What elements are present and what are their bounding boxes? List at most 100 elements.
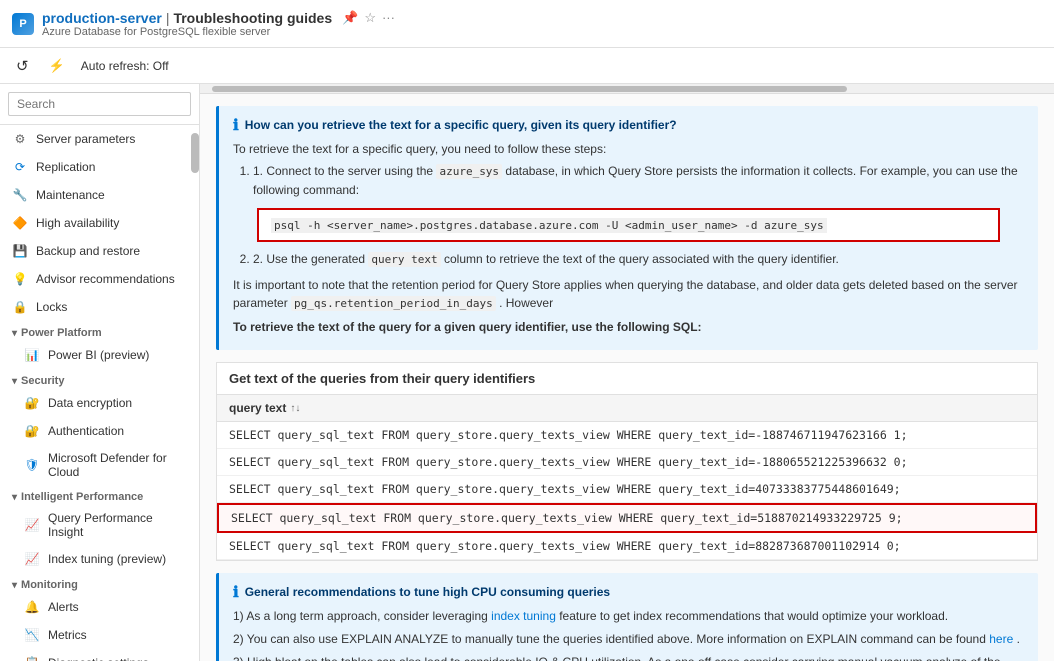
star-icon[interactable]: ☆ — [364, 10, 376, 26]
connect-button[interactable]: ⚡ — [45, 56, 69, 76]
sidebar-item-authentication[interactable]: 🔐 Authentication — [0, 417, 199, 445]
chevron-down-icon: ▾ — [12, 328, 17, 339]
more-icon[interactable]: ··· — [382, 10, 395, 26]
sort-icon[interactable]: ↑↓ — [290, 403, 300, 414]
sidebar-item-label: Alerts — [48, 600, 79, 614]
advisor-icon: 💡 — [12, 271, 28, 287]
sidebar-item-locks[interactable]: 🔒 Locks — [0, 293, 199, 321]
sidebar-section-security[interactable]: ▾ Security — [0, 369, 199, 389]
sidebar-item-label: Replication — [36, 160, 95, 174]
section-label: Intelligent Performance — [21, 491, 143, 503]
diagnostic-icon: 📋 — [24, 655, 40, 661]
sidebar: ⚙ Server parameters ⟳ Replication 🔧 Main… — [0, 84, 200, 661]
sidebar-item-maintenance[interactable]: 🔧 Maintenance — [0, 181, 199, 209]
table-row[interactable]: SELECT query_sql_text FROM query_store.q… — [217, 476, 1037, 503]
info-note: It is important to note that the retenti… — [233, 276, 1024, 313]
sidebar-item-label: Data encryption — [48, 396, 132, 410]
alerts-icon: 🔔 — [24, 599, 40, 615]
info-step2: 2. Use the generated query text column t… — [253, 250, 1024, 269]
search-input[interactable] — [8, 92, 191, 116]
topbar-meta: production-server | Troubleshooting guid… — [42, 10, 395, 38]
sidebar-item-label: Server parameters — [36, 132, 135, 146]
sidebar-item-label: Power BI (preview) — [48, 348, 149, 362]
sidebar-item-index-tuning[interactable]: 📈 Index tuning (preview) — [0, 545, 199, 573]
info-title: ℹ How can you retrieve the text for a sp… — [233, 116, 1024, 134]
auto-refresh-label: Auto refresh: Off — [81, 59, 169, 73]
sidebar-item-high-availability[interactable]: 🔶 High availability — [0, 209, 199, 237]
info-bold-text: To retrieve the text of the query for a … — [233, 318, 1024, 336]
table-row[interactable]: SELECT query_sql_text FROM query_store.q… — [217, 422, 1037, 449]
table-row[interactable]: SELECT query_sql_text FROM query_store.q… — [217, 533, 1037, 560]
sidebar-item-data-encryption[interactable]: 🔐 Data encryption — [0, 389, 199, 417]
section-label: Security — [21, 375, 64, 387]
defender-icon: 🛡 — [24, 457, 40, 473]
topbar-separator: | — [166, 10, 170, 26]
sidebar-item-label: Query Performance Insight — [48, 511, 187, 539]
general-title: ℹ General recommendations to tune high C… — [233, 583, 1024, 601]
sidebar-item-label: Authentication — [48, 424, 124, 438]
table-row-highlighted[interactable]: SELECT query_sql_text FROM query_store.q… — [217, 503, 1037, 533]
info-icon: ℹ — [233, 116, 239, 134]
sidebar-item-diagnostic-settings[interactable]: 📋 Diagnostic settings — [0, 649, 199, 661]
sidebar-item-metrics[interactable]: 📉 Metrics — [0, 621, 199, 649]
sidebar-item-label: Microsoft Defender for Cloud — [48, 451, 187, 479]
sidebar-item-label: Index tuning (preview) — [48, 552, 166, 566]
psql-command: psql -h <server_name>.postgres.database.… — [271, 218, 827, 233]
connect-icon: ⚡ — [49, 58, 65, 74]
table-row[interactable]: SELECT query_sql_text FROM query_store.q… — [217, 449, 1037, 476]
here-link[interactable]: here — [989, 632, 1013, 646]
index-tuning-link[interactable]: index tuning — [491, 609, 556, 623]
ha-icon: 🔶 — [12, 215, 28, 231]
sidebar-item-server-parameters[interactable]: ⚙ Server parameters — [0, 125, 199, 153]
sidebar-item-query-performance[interactable]: 📈 Query Performance Insight — [0, 505, 199, 545]
sidebar-item-label: High availability — [36, 216, 119, 230]
info-box-query: ℹ How can you retrieve the text for a sp… — [216, 106, 1038, 350]
table-title: Get text of the queries from their query… — [217, 363, 1037, 395]
general-title-text: General recommendations to tune high CPU… — [245, 585, 610, 599]
topbar-icons: 📌 ☆ ··· — [342, 10, 395, 26]
lock-icon: 🔒 — [12, 299, 28, 315]
general-item-1: 1) As a long term approach, consider lev… — [233, 607, 1024, 626]
sidebar-item-alerts[interactable]: 🔔 Alerts — [0, 593, 199, 621]
query-text-header: query text — [229, 401, 286, 415]
refresh-icon: ↺ — [16, 57, 29, 75]
sidebar-item-label: Advisor recommendations — [36, 272, 175, 286]
topbar-logo: P — [12, 13, 34, 35]
section-label: Monitoring — [21, 579, 78, 591]
info-question-text: How can you retrieve the text for a spec… — [245, 118, 677, 132]
sidebar-item-label: Maintenance — [36, 188, 105, 202]
sidebar-item-power-bi[interactable]: 📊 Power BI (preview) — [0, 341, 199, 369]
topbar-server-title: production-server — [42, 10, 162, 26]
sidebar-section-monitoring[interactable]: ▾ Monitoring — [0, 573, 199, 593]
replication-icon: ⟳ — [12, 159, 28, 175]
pin-icon[interactable]: 📌 — [342, 10, 358, 26]
general-info-icon: ℹ — [233, 583, 239, 601]
table-header-row: query text ↑↓ — [217, 395, 1037, 422]
sidebar-item-label: Backup and restore — [36, 244, 140, 258]
sidebar-search-container — [0, 84, 199, 125]
section-label: Power Platform — [21, 327, 102, 339]
sidebar-item-backup-restore[interactable]: 💾 Backup and restore — [0, 237, 199, 265]
powerbi-icon: 📊 — [24, 347, 40, 363]
retention-code: pg_qs.retention_period_in_days — [291, 296, 496, 311]
sidebar-section-intelligent-performance[interactable]: ▾ Intelligent Performance — [0, 485, 199, 505]
general-item-2: 2) You can also use EXPLAIN ANALYZE to m… — [233, 630, 1024, 649]
chevron-down-icon: ▾ — [12, 376, 17, 387]
refresh-button[interactable]: ↺ — [12, 55, 33, 77]
topbar-subtitle: Troubleshooting guides — [173, 10, 332, 26]
data-encryption-icon: 🔐 — [24, 395, 40, 411]
sidebar-item-label: Locks — [36, 300, 67, 314]
info-step1: 1. Connect to the server using the azure… — [253, 162, 1024, 200]
sidebar-item-advisor[interactable]: 💡 Advisor recommendations — [0, 265, 199, 293]
sidebar-item-replication[interactable]: ⟳ Replication — [0, 153, 199, 181]
maintenance-icon: 🔧 — [12, 187, 28, 203]
toolbar: ↺ ⚡ Auto refresh: Off — [0, 48, 1054, 84]
general-item-3: 3) High bloat on the tables can also lea… — [233, 653, 1024, 661]
sidebar-item-microsoft-defender[interactable]: 🛡 Microsoft Defender for Cloud — [0, 445, 199, 485]
topbar: P production-server | Troubleshooting gu… — [0, 0, 1054, 48]
backup-icon: 💾 — [12, 243, 28, 259]
chevron-down-icon: ▾ — [12, 492, 17, 503]
sidebar-section-power-platform[interactable]: ▾ Power Platform — [0, 321, 199, 341]
azure-sys-code: azure_sys — [436, 164, 502, 179]
info-para1: To retrieve the text for a specific quer… — [233, 140, 1024, 158]
